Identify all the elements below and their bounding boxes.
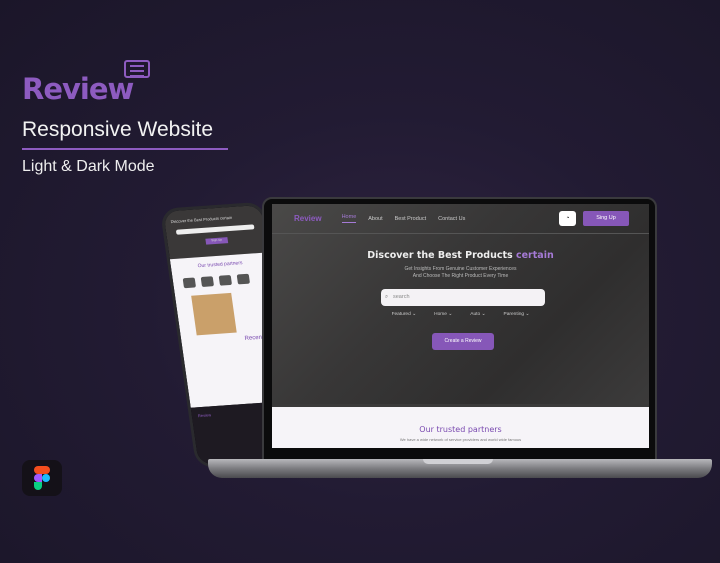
nav-best-product[interactable]: Best Product [395,216,427,222]
search-input[interactable]: ⌕ search [381,289,545,306]
category-auto[interactable]: Auto ⌄ [470,312,485,317]
nav-home[interactable]: Home [341,214,357,223]
phone-hero-title: Discover the Best Products certain [170,214,233,225]
category-filters: Featured ⌄ Home ⌄ Auto ⌄ Parenting ⌄ [272,312,649,317]
partners-section: Our trusted partners We have a wide netw… [272,407,649,448]
phone-cta[interactable]: Sign Up [205,237,229,245]
nav-contact[interactable]: Contact Us [438,216,465,222]
search-icon: ⌕ [385,294,389,300]
laptop-notch [423,459,493,464]
site-logo[interactable]: Review [294,214,322,223]
product-image [191,292,237,336]
partners-text: We have a wide network of service provid… [399,437,522,442]
cart-icon[interactable]: ◔ [559,211,576,226]
laptop-mockup: Review Home About Best Product Contact U… [262,197,657,462]
nav-about[interactable]: About [368,216,382,222]
divider [22,148,228,150]
hero-title: Discover the Best Products certain [367,250,554,261]
category-parenting[interactable]: Parenting ⌄ [504,312,530,317]
laptop-base [208,459,712,478]
partners-title: Our trusted partners [419,425,502,434]
page-title: Responsive Website [22,118,214,141]
partner-logos [182,273,262,289]
website-screen: Review Home About Best Product Contact U… [272,204,649,448]
page-subtitle: Light & Dark Mode [22,158,155,175]
category-featured[interactable]: Featured ⌄ [392,312,417,317]
create-review-button[interactable]: Create a Review [432,333,494,350]
figma-icon [22,460,62,496]
phone-partners-title: Our trusted partners [197,260,243,270]
hero-accent: certain [515,250,554,261]
category-home[interactable]: Home ⌄ [434,312,452,317]
signup-button[interactable]: Sing Up [583,211,629,226]
hero-tagline: Get Insights From Genuine Customer Exper… [404,266,517,279]
logo-text: Review [22,72,134,106]
